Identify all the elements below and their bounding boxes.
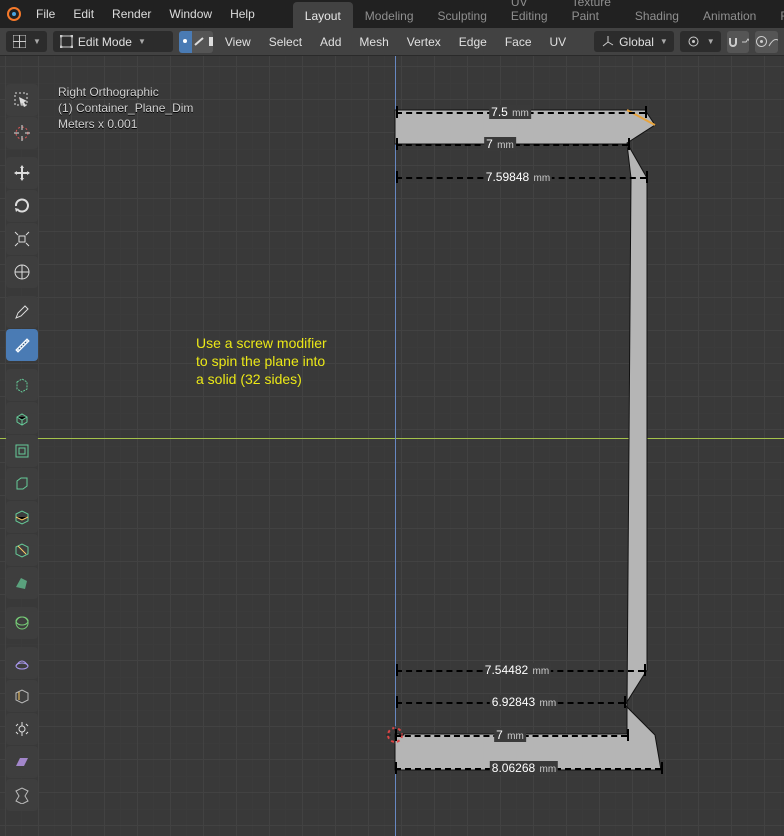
- dim-unit: mm: [507, 731, 524, 742]
- editor-type-dropdown[interactable]: ▼: [6, 31, 47, 52]
- snap-toggle[interactable]: [727, 31, 740, 53]
- menu-render[interactable]: Render: [104, 3, 159, 25]
- tool-spin[interactable]: [6, 607, 38, 639]
- tab-sculpting[interactable]: Sculpting: [426, 2, 499, 28]
- select-mode-vertex[interactable]: [179, 31, 192, 53]
- left-toolbar: [6, 84, 40, 811]
- tab-texture-paint[interactable]: Texture Paint: [560, 0, 623, 28]
- menu-select[interactable]: Select: [263, 32, 308, 52]
- dim-unit: mm: [512, 108, 529, 119]
- 3d-viewport[interactable]: Right Orthographic (1) Container_Plane_D…: [0, 56, 784, 836]
- chevron-down-icon: ▼: [138, 37, 146, 46]
- tool-knife[interactable]: [6, 534, 38, 566]
- viewport-header: ▼ Edit Mode ▼ View Select Add Mesh Verte…: [0, 28, 784, 56]
- tool-measure[interactable]: [6, 329, 38, 361]
- mode-dropdown[interactable]: Edit Mode ▼: [53, 31, 173, 52]
- proportional-falloff-dropdown[interactable]: [768, 31, 778, 53]
- tool-annotate[interactable]: [6, 296, 38, 328]
- overlay-object-name: (1) Container_Plane_Dim: [58, 100, 193, 116]
- viewport-overlay-info: Right Orthographic (1) Container_Plane_D…: [58, 84, 193, 132]
- select-mode-edge[interactable]: [192, 31, 207, 53]
- orientation-dropdown[interactable]: Global ▼: [594, 31, 674, 52]
- chevron-down-icon: ▼: [33, 37, 41, 46]
- menu-edge[interactable]: Edge: [453, 32, 493, 52]
- mesh-select-mode: [179, 31, 213, 53]
- dim-value: 7: [496, 728, 503, 742]
- menu-window[interactable]: Window: [161, 3, 220, 25]
- menu-uv[interactable]: UV: [544, 32, 573, 52]
- tool-poly-build[interactable]: [6, 567, 38, 599]
- pivot-icon: [686, 34, 701, 49]
- tool-smooth[interactable]: [6, 647, 38, 679]
- viewport-annotation: Use a screw modifier to spin the plane i…: [196, 334, 336, 388]
- dim-value: 7: [486, 137, 493, 151]
- grid-viewport-icon: [12, 34, 27, 49]
- tool-rotate[interactable]: [6, 190, 38, 222]
- dim-unit: mm: [540, 764, 557, 775]
- edit-mode-icon: [59, 34, 74, 49]
- tool-rip-region[interactable]: [6, 779, 38, 811]
- tool-move[interactable]: [6, 157, 38, 189]
- top-menubar: File Edit Render Window Help Layout Mode…: [0, 0, 784, 28]
- menu-vertex[interactable]: Vertex: [401, 32, 447, 52]
- menu-add[interactable]: Add: [314, 32, 347, 52]
- tool-scale[interactable]: [6, 223, 38, 255]
- orientation-label: Global: [619, 35, 654, 49]
- tool-select-box[interactable]: [6, 84, 38, 116]
- chevron-down-icon: ▼: [707, 37, 715, 46]
- menu-help[interactable]: Help: [222, 3, 263, 25]
- proportional-edit-toggle[interactable]: [755, 31, 768, 53]
- pivot-dropdown[interactable]: ▼: [680, 31, 721, 52]
- tab-modeling[interactable]: Modeling: [353, 2, 426, 28]
- dim-value: 8.06268: [492, 761, 535, 775]
- dim-value: 7.59848: [486, 170, 529, 184]
- overlay-units: Meters x 0.001: [58, 116, 193, 132]
- workspace-tabs: Layout Modeling Sculpting UV Editing Tex…: [293, 0, 784, 28]
- dim-value: 7.54482: [485, 663, 528, 677]
- dim-value: 6.92843: [492, 695, 535, 709]
- overlay-view-name: Right Orthographic: [58, 84, 193, 100]
- dim-unit: mm: [534, 173, 551, 184]
- menu-edit[interactable]: Edit: [65, 3, 102, 25]
- tab-layout[interactable]: Layout: [293, 2, 353, 28]
- tab-uv-editing[interactable]: UV Editing: [499, 0, 560, 28]
- dim-unit: mm: [540, 698, 557, 709]
- tool-bevel[interactable]: [6, 468, 38, 500]
- menu-face[interactable]: Face: [499, 32, 538, 52]
- tab-rendering[interactable]: Rendering: [768, 2, 784, 28]
- menu-file[interactable]: File: [28, 3, 63, 25]
- snap-group: [727, 31, 750, 53]
- tool-extrude-region[interactable]: [6, 402, 38, 434]
- menu-view[interactable]: View: [219, 32, 257, 52]
- tab-shading[interactable]: Shading: [623, 2, 691, 28]
- tool-transform[interactable]: [6, 256, 38, 288]
- tool-shrink-fatten[interactable]: [6, 713, 38, 745]
- app-icon: [6, 5, 22, 23]
- axis-x-line: [0, 438, 784, 439]
- tab-animation[interactable]: Animation: [691, 2, 768, 28]
- dim-unit: mm: [497, 140, 514, 151]
- tool-add-cube[interactable]: [6, 369, 38, 401]
- tool-cursor-3d[interactable]: [6, 117, 38, 149]
- select-mode-face[interactable]: [207, 31, 213, 53]
- tool-edge-slide[interactable]: [6, 680, 38, 712]
- dim-unit: mm: [533, 666, 550, 677]
- proportional-group: [755, 31, 778, 53]
- menu-mesh[interactable]: Mesh: [353, 32, 394, 52]
- tool-shear[interactable]: [6, 746, 38, 778]
- chevron-down-icon: ▼: [660, 37, 668, 46]
- mode-label: Edit Mode: [78, 35, 132, 49]
- grid-major: [0, 56, 784, 836]
- snap-type-dropdown[interactable]: [740, 31, 750, 53]
- axes-icon: [600, 34, 615, 49]
- dim-value: 7.5: [491, 105, 508, 119]
- tool-loop-cut[interactable]: [6, 501, 38, 533]
- tool-inset-faces[interactable]: [6, 435, 38, 467]
